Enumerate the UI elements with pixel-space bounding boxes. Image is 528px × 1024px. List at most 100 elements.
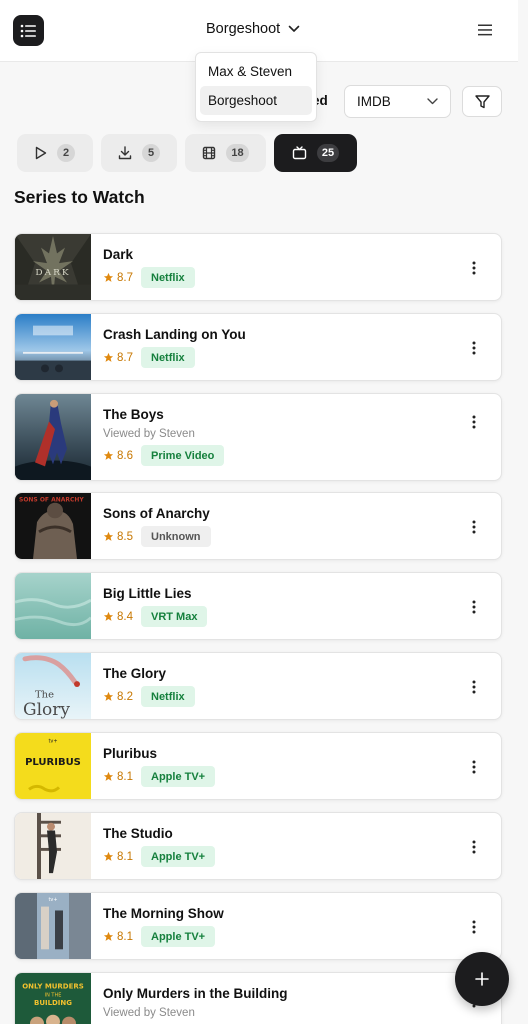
star-icon [103,771,114,781]
rating: 8.2 [103,691,133,703]
star-icon [103,352,114,362]
star-icon [103,531,114,541]
poster-image [15,314,91,380]
chevron-down-icon [288,25,300,32]
svg-text:PLURIBUS: PLURIBUS [25,757,81,768]
tab-count: 18 [226,144,249,162]
more-options-icon[interactable] [467,759,481,775]
svg-text:Glory: Glory [23,699,71,719]
more-options-icon[interactable] [467,599,481,615]
svg-text:ONLY MURDERS: ONLY MURDERS [22,983,84,991]
svg-text:DARK: DARK [35,268,70,278]
rating: 8.7 [103,272,133,284]
list-menu-button[interactable] [13,15,44,46]
download-icon [118,146,132,160]
poster-image: tv+ PLURIBUS [15,733,91,799]
rating: 8.1 [103,851,133,863]
list-menu-icon [20,24,36,37]
series-card[interactable]: The Studio 8.1 Apple TV+ [14,812,502,880]
svg-text:IN THE: IN THE [45,992,62,998]
star-icon [103,272,114,282]
page-title: Borgeshoot [206,21,281,37]
account-dropdown: Max & Steven Borgeshoot [195,52,317,122]
series-title: Pluribus [103,746,158,761]
series-card[interactable]: Big Little Lies 8.4 VRT Max [14,572,502,640]
film-icon [203,146,216,160]
category-tabs: 2 5 18 25 [17,134,357,172]
tab-series[interactable]: 25 [274,134,357,172]
tab-count: 5 [142,144,160,162]
star-icon [103,450,114,460]
dropdown-item-max-steven[interactable]: Max & Steven [200,57,312,86]
series-card[interactable]: The Boys Viewed by Steven 8.6 Prime Vide… [14,393,502,481]
provider-badge: Netflix [141,267,195,288]
filter-button[interactable] [462,86,502,117]
rating: 8.4 [103,611,133,623]
series-title: The Boys [103,407,164,422]
more-options-icon[interactable] [467,919,481,935]
sort-select[interactable]: IMDB [344,85,451,118]
rating: 8.1 [103,771,133,783]
series-card[interactable]: SONS OF ANARCHY Sons of Anarchy 8.5 Unkn… [14,492,502,560]
tab-movies[interactable]: 18 [185,134,266,172]
hamburger-icon[interactable] [478,24,492,36]
account-switcher[interactable]: Borgeshoot [206,21,300,37]
more-options-icon[interactable] [467,414,481,430]
series-title: The Morning Show [103,906,224,921]
plus-icon [475,972,489,986]
provider-badge: Apple TV+ [141,846,216,867]
star-icon [103,611,114,621]
tab-count: 25 [316,144,340,162]
star-icon [103,931,114,941]
provider-badge: Netflix [141,686,195,707]
tab-watching[interactable]: 2 [17,134,93,172]
more-options-icon[interactable] [467,260,481,276]
star-icon [103,851,114,861]
tv-icon [292,146,307,160]
provider-badge: Prime Video [141,445,225,466]
section-title: Series to Watch [14,187,145,207]
more-options-icon[interactable] [467,839,481,855]
svg-text:tv+: tv+ [48,897,57,903]
more-options-icon[interactable] [467,519,481,535]
viewed-by-label: Viewed by Steven [103,1007,195,1019]
series-title: Dark [103,247,134,262]
poster-image [15,573,91,639]
play-icon [35,146,47,160]
series-card[interactable]: ONLY MURDERS IN THE BUILDING Only Murder… [14,972,502,1024]
rating: 8.7 [103,352,133,364]
tab-count: 2 [57,144,75,162]
more-options-icon[interactable] [467,340,481,356]
series-card[interactable]: tv+ PLURIBUS Pluribus 8.1 Apple TV+ [14,732,502,800]
series-title: The Studio [103,826,173,841]
poster-image: The Glory [15,653,91,719]
poster-image: tv+ [15,893,91,959]
series-card[interactable]: DARK Dark 8.7 Netflix [14,233,502,301]
more-options-icon[interactable] [467,679,481,695]
series-title: Only Murders in the Building [103,986,288,1001]
provider-badge: VRT Max [141,606,208,627]
series-title: Sons of Anarchy [103,506,210,521]
series-title: The Glory [103,666,167,681]
poster-image [15,394,91,480]
series-card[interactable]: The Glory The Glory 8.2 Netflix [14,652,502,720]
svg-text:SONS OF ANARCHY: SONS OF ANARCHY [19,498,85,504]
series-card[interactable]: tv+ The Morning Show 8.1 Apple TV+ [14,892,502,960]
poster-image: ONLY MURDERS IN THE BUILDING [15,973,91,1024]
provider-badge: Unknown [141,526,211,547]
tab-downloads[interactable]: 5 [101,134,177,172]
dropdown-item-borgeshoot[interactable]: Borgeshoot [200,86,312,115]
provider-badge: Netflix [141,347,195,368]
rating: 8.5 [103,531,133,543]
series-card[interactable]: Crash Landing on You 8.7 Netflix [14,313,502,381]
add-button[interactable] [455,952,509,1006]
rating: 8.6 [103,450,133,462]
viewed-by-label: Viewed by Steven [103,428,195,440]
svg-text:tv+: tv+ [48,739,57,745]
filter-icon [474,94,490,108]
provider-badge: Apple TV+ [141,926,216,947]
star-icon [103,691,114,701]
svg-text:BUILDING: BUILDING [34,999,72,1007]
sort-select-value: IMDB [357,94,391,109]
rating: 8.1 [103,931,133,943]
